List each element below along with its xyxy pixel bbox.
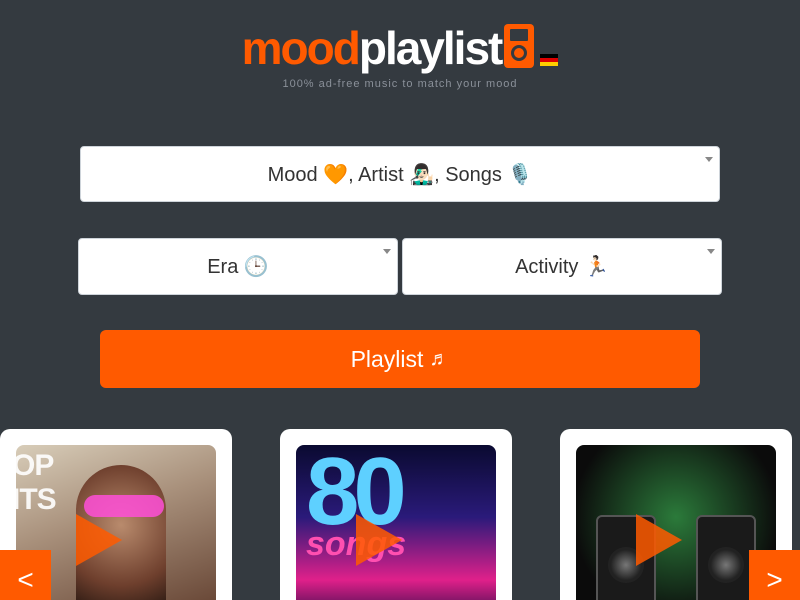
logo[interactable]: mood playlist <box>242 22 559 74</box>
play-icon[interactable] <box>636 514 682 566</box>
carousel-next-button[interactable]: > <box>749 550 800 600</box>
chevron-down-icon <box>383 249 391 254</box>
era-select[interactable]: Era 🕒 <box>78 238 398 295</box>
site-header: mood playlist 100% ad-free music to matc… <box>0 22 800 90</box>
playlist-button[interactable]: Playlist ♬ <box>100 330 700 388</box>
playlist-button-label: Playlist <box>350 345 424 372</box>
german-flag-icon[interactable] <box>540 54 559 66</box>
music-note-icon: ♬ <box>429 347 450 370</box>
chevron-down-icon <box>707 249 715 254</box>
mood-artist-songs-label: Mood 🧡, Artist 👨🏻‍🎤, Songs 🎙️ <box>267 163 533 186</box>
ipod-icon <box>504 24 535 68</box>
activity-select[interactable]: Activity 🏃🏻 <box>402 238 722 295</box>
carousel-prev-button[interactable]: < <box>0 550 51 600</box>
play-icon[interactable] <box>356 514 402 566</box>
tagline: 100% ad-free music to match your mood <box>282 78 518 90</box>
logo-mood-text: mood <box>241 22 361 74</box>
play-icon[interactable] <box>76 514 122 566</box>
mood-artist-songs-select[interactable]: Mood 🧡, Artist 👨🏻‍🎤, Songs 🎙️ <box>80 146 720 202</box>
logo-playlist-text: playlist <box>358 22 504 74</box>
era-label: Era 🕒 <box>207 256 269 278</box>
playlist-card-80s-songs[interactable]: 80 songs <box>280 429 512 600</box>
activity-label: Activity 🏃🏻 <box>515 256 609 278</box>
chevron-down-icon <box>705 157 713 162</box>
